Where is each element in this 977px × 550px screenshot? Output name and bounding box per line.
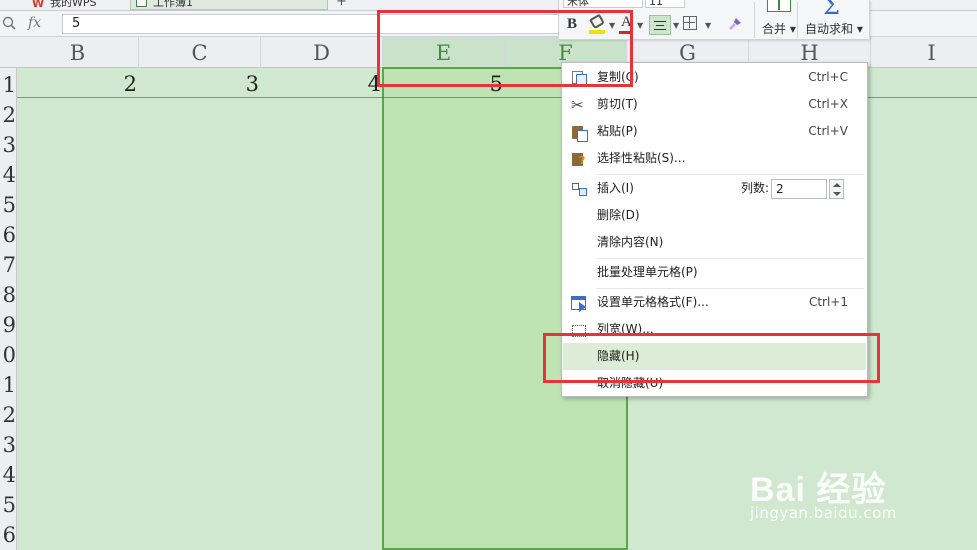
menu-item-label: 选择性粘贴(S)...	[597, 151, 686, 165]
scissors-icon: ✂	[571, 96, 584, 114]
shortcut-label: Ctrl+1	[808, 295, 848, 309]
menu-item-label: 设置单元格格式(F)...	[597, 295, 709, 309]
menu-item-label: 粘贴(P)	[597, 124, 638, 138]
row-header[interactable]: 5	[0, 190, 17, 220]
align-center-button[interactable]	[649, 15, 671, 35]
insert-function-button[interactable]: fx	[28, 15, 41, 31]
row-header[interactable]: 1	[0, 70, 17, 100]
menu-item-label: 清除内容(N)	[597, 235, 664, 249]
insert-cells-icon	[571, 181, 587, 197]
row-header[interactable]: 8	[0, 280, 17, 310]
new-tab-button[interactable]: +	[336, 0, 347, 9]
row-header[interactable]: 1	[0, 370, 17, 400]
column-header-c[interactable]: C	[139, 37, 261, 68]
borders-button[interactable]	[683, 16, 697, 30]
merge-cells-icon[interactable]	[767, 0, 791, 12]
zoom-icon[interactable]	[2, 16, 16, 30]
cell-d1[interactable]: 4	[261, 70, 381, 98]
menu-item-label: 删除(D)	[597, 208, 640, 222]
font-name-select[interactable]: 宋体	[563, 0, 643, 8]
annotation-box-hide	[543, 333, 880, 383]
menu-item-paste-special[interactable]: 选择性粘贴(S)...	[563, 145, 866, 172]
menu-item-label: 插入(I)	[597, 181, 634, 195]
column-header-i[interactable]: I	[871, 37, 977, 68]
shortcut-label: Ctrl+V	[808, 124, 848, 138]
row-header[interactable]: 3	[0, 130, 17, 160]
row-header[interactable]: 4	[0, 160, 17, 190]
format-painter-button[interactable]	[727, 16, 743, 32]
spin-down-icon[interactable]	[833, 192, 841, 196]
tab-label: 我的WPS	[50, 0, 97, 9]
chevron-down-icon[interactable]: ▼	[673, 21, 679, 30]
column-header-b[interactable]: B	[17, 37, 139, 68]
menu-item-format-cells[interactable]: 设置单元格格式(F)... Ctrl+1	[563, 289, 866, 316]
shortcut-label: Ctrl+C	[808, 70, 848, 84]
format-cells-icon	[571, 295, 587, 312]
paste-icon	[571, 124, 588, 142]
tab-my-wps[interactable]: W 我的WPS	[32, 0, 97, 10]
merge-label: 合并	[762, 22, 787, 36]
cell-c1[interactable]: 3	[139, 70, 259, 98]
row-header-bar: 1 2 3 4 5 6 7 8 9 0 1 2 3 4 5 6	[0, 68, 17, 550]
menu-item-label: 剪切(T)	[597, 97, 638, 111]
chevron-down-icon[interactable]: ▼	[705, 21, 711, 30]
wps-logo-icon: W	[32, 0, 45, 10]
paste-special-icon	[571, 151, 587, 167]
menu-item-cut[interactable]: ✂ 剪切(T) Ctrl+X	[563, 91, 866, 118]
autosum-label: 自动求和	[805, 22, 854, 36]
toolbar-divider	[797, 2, 798, 38]
row-header[interactable]: 2	[0, 100, 17, 130]
row-header[interactable]: 5	[0, 490, 17, 520]
font-size-select[interactable]: 11	[645, 0, 685, 8]
chevron-down-icon[interactable]: ▼	[637, 21, 643, 30]
menu-item-clear-contents[interactable]: 清除内容(N)	[563, 229, 866, 256]
menu-item-delete[interactable]: 删除(D)	[563, 202, 866, 229]
menu-item-label: 批量处理单元格(P)	[597, 265, 698, 279]
column-header-d[interactable]: D	[261, 37, 383, 68]
row-header[interactable]: 4	[0, 460, 17, 490]
baidu-jingyan-watermark: Bai 经验 jingyan.baidu.com	[750, 462, 896, 522]
merge-cells-button[interactable]: 合并 ▾	[762, 20, 796, 37]
toolbar-divider	[754, 2, 755, 38]
tab-label: 工作簿1	[153, 0, 193, 9]
column-count-label: 列数:	[741, 181, 770, 195]
row-header[interactable]: 6	[0, 520, 17, 550]
watermark-url: jingyan.baidu.com	[750, 504, 897, 522]
row-header[interactable]: 2	[0, 400, 17, 430]
column-count-spinner[interactable]	[829, 179, 844, 199]
tab-workbook1[interactable]: 工作簿1	[130, 0, 328, 10]
autosum-icon[interactable]: Σ	[823, 0, 840, 20]
menu-item-insert[interactable]: 插入(I) 列数: 2	[563, 175, 866, 202]
cell-b1[interactable]: 2	[17, 70, 137, 98]
column-count-input[interactable]: 2	[771, 179, 827, 199]
spin-up-icon[interactable]	[833, 183, 841, 187]
autosum-button[interactable]: 自动求和 ▾	[805, 20, 863, 37]
row-header[interactable]: 6	[0, 220, 17, 250]
row-header[interactable]: 9	[0, 310, 17, 340]
row-header[interactable]: 3	[0, 430, 17, 460]
row-header[interactable]: 0	[0, 340, 17, 370]
shortcut-label: Ctrl+X	[808, 97, 848, 111]
spreadsheet-icon	[136, 0, 147, 7]
menu-item-batch-process[interactable]: 批量处理单元格(P)	[563, 259, 866, 286]
annotation-box-columns	[377, 10, 633, 87]
row-header[interactable]: 7	[0, 250, 17, 280]
menu-item-paste[interactable]: 粘贴(P) Ctrl+V	[563, 118, 866, 145]
